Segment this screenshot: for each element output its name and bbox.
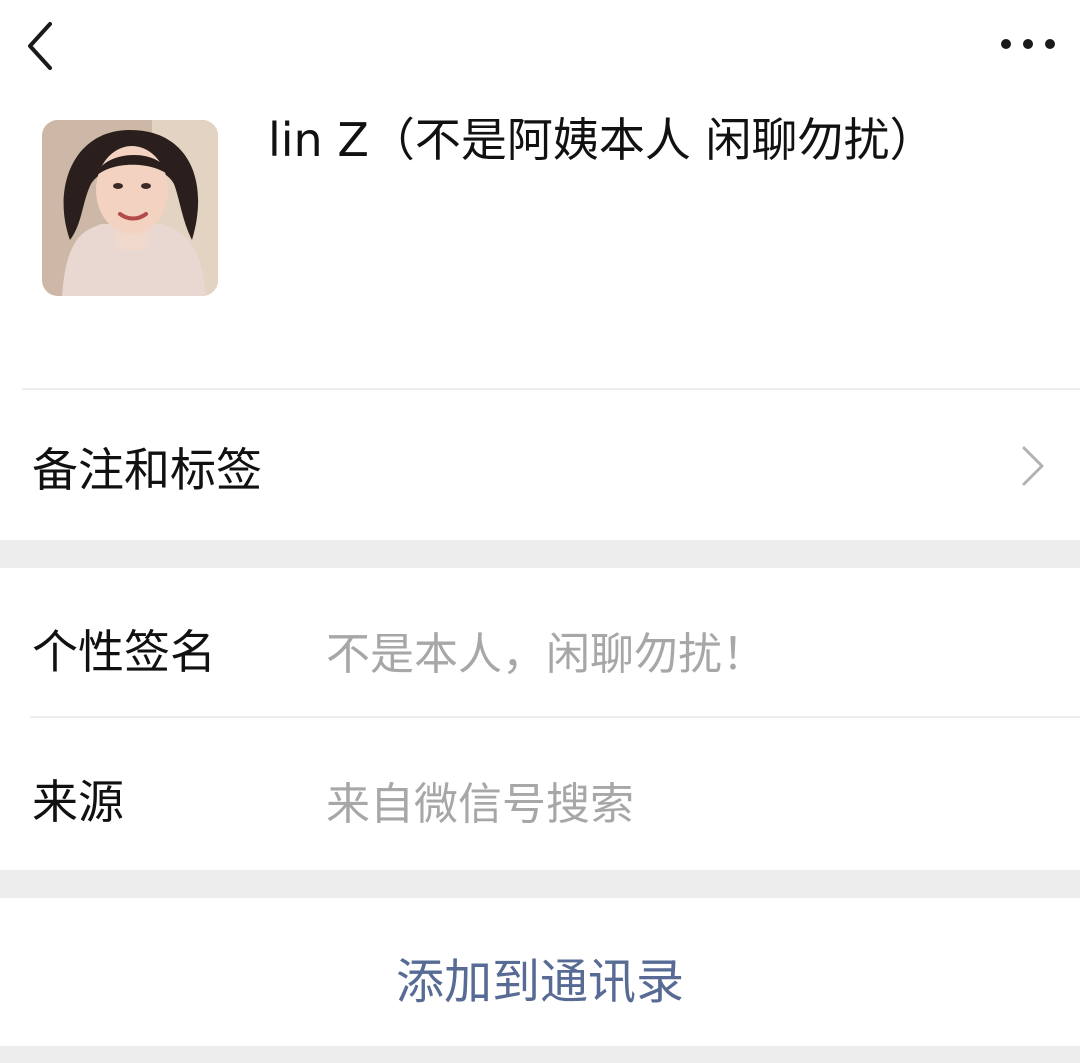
navigation-bar (0, 0, 1080, 100)
back-button[interactable] (18, 18, 66, 74)
chevron-left-icon (28, 22, 52, 70)
source-row: 来源 来自微信号搜索 (0, 718, 1080, 870)
source-label: 来源 (32, 775, 124, 829)
signature-row: 个性签名 不是本人，闲聊勿扰！ (0, 568, 1080, 718)
more-dots-icon (1001, 39, 1055, 49)
profile-name: lin Z（不是阿姨本人 闲聊勿扰） (268, 113, 936, 167)
source-value: 来自微信号搜索 (326, 779, 634, 830)
signature-label: 个性签名 (32, 625, 216, 679)
more-options-button[interactable] (996, 24, 1060, 64)
section-gap (0, 540, 1080, 568)
profile-header: lin Z（不是阿姨本人 闲聊勿扰） (0, 100, 1080, 390)
remarks-and-tags-row[interactable]: 备注和标签 (0, 390, 1080, 540)
signature-value: 不是本人，闲聊勿扰！ (326, 629, 766, 680)
avatar-photo-icon (42, 120, 218, 296)
remarks-and-tags-label: 备注和标签 (32, 443, 262, 497)
add-to-contacts-button[interactable]: 添加到通讯录 (0, 942, 1080, 1012)
chevron-right-icon (1022, 446, 1044, 486)
add-contact-row: 添加到通讯录 (0, 898, 1080, 1046)
section-gap (0, 870, 1080, 898)
avatar[interactable] (42, 120, 218, 296)
bottom-gap (0, 1046, 1080, 1063)
